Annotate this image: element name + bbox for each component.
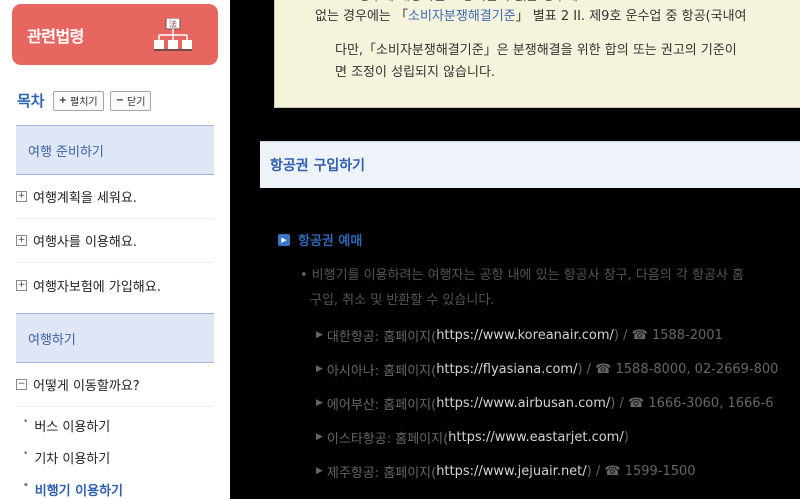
plus-icon: + <box>58 95 67 106</box>
airline-phone: ) / ☎ 1666-3060, 1666-6 <box>610 395 774 411</box>
collapse-box-icon[interactable]: − <box>16 379 27 390</box>
triangle-bullet-icon: ▶ <box>316 466 323 476</box>
toc-subitem-train[interactable]: • 기차 이용하기 <box>16 441 214 473</box>
org-chart-icon: 法 <box>154 18 192 51</box>
toc-item-label: 여행사를 이용해요. <box>33 235 137 250</box>
note-line-2: 다만,「소비자분쟁해결기준」은 분쟁해결을 위한 합의 또는 권고의 기준이 <box>335 43 737 58</box>
collapse-label: 닫기 <box>127 97 146 108</box>
list-item: ▶ 대한항공: 홈페이지(https://www.koreanair.com/)… <box>316 318 778 352</box>
section-title: 항공권 구입하기 <box>260 141 800 188</box>
note-box: ・・・ 경우에 해당하는 보상기준이 없는 경우에 ・・・ 없는 경우에는 「소… <box>274 0 800 108</box>
airline-phone: ) / ☎ 1588-2001 <box>613 327 723 343</box>
toc-section-traveling[interactable]: 여행하기 <box>16 313 214 363</box>
list-item: ▶ 제주항공: 홈페이지(https://www.jejuair.net/) /… <box>316 454 778 488</box>
toc-item-transport[interactable]: − 어떻게 이동할까요? <box>16 363 214 407</box>
toc-section-travel-prep[interactable]: 여행 준비하기 <box>16 125 214 175</box>
airline-url-link[interactable]: https://www.jejuair.net/ <box>436 464 586 479</box>
note-line-1: 없는 경우에는 「소비자분쟁해결기준」 별표 2 II. 제9호 운수업 중 항… <box>315 6 747 28</box>
bullet-icon: • <box>23 449 29 459</box>
toc-subitem-label: 비행기 이용하기 <box>34 483 124 499</box>
airline-phone: ) / ☎ 1588-8000, 02-2669-800 <box>577 361 779 377</box>
main-content: ・・・ 경우에 해당하는 보상기준이 없는 경우에 ・・・ 없는 경우에는 「소… <box>230 0 800 499</box>
toc-section-label: 여행 준비하기 <box>28 144 104 160</box>
toc-item-label: 여행계획을 세워요. <box>33 191 137 206</box>
bullet-icon: • <box>23 481 29 491</box>
toc-subitem-bus[interactable]: • 버스 이용하기 <box>16 409 214 441</box>
airline-url-link[interactable]: https://www.koreanair.com/ <box>436 328 614 343</box>
note-text: 없는 경우에는 「 <box>315 9 409 24</box>
dispute-standard-link[interactable]: 소비자분쟁해결기준 <box>408 9 516 24</box>
list-item: ▶ 아시아나: 홈페이지(https://flyasiana.com/) / ☎… <box>316 352 778 386</box>
expand-label: 펼치기 <box>70 97 98 108</box>
toc-subitem-label: 버스 이용하기 <box>34 419 111 435</box>
desc-line-2: 구입, 취소 및 반환할 수 있습니다. <box>310 293 495 308</box>
toc-subitem-airplane[interactable]: • 비행기 이용하기 <box>16 473 214 499</box>
related-law-button[interactable]: 관련법령 法 <box>12 4 218 65</box>
triangle-bullet-icon: ▶ <box>316 330 323 340</box>
airline-phone: ) <box>623 429 629 445</box>
collapse-all-button[interactable]: − 닫기 <box>109 90 152 111</box>
sub-title-label: 항공권 예매 <box>298 234 363 249</box>
airline-url-link[interactable]: https://flyasiana.com/ <box>436 362 577 377</box>
description: • 비행기를 이용하려는 여행자는 공항 내에 있는 항공사 창구, 다음의 각 … <box>300 263 744 313</box>
desc-line-1: 비행기를 이용하려는 여행자는 공항 내에 있는 항공사 창구, 다음의 각 항… <box>311 268 744 283</box>
expand-box-icon[interactable]: + <box>16 191 27 202</box>
toc-item-agency[interactable]: + 여행사를 이용해요. <box>16 219 214 263</box>
airline-url-link[interactable]: https://www.eastarjet.com/ <box>448 430 624 445</box>
bullet-icon: • <box>300 268 308 283</box>
note-line-3: 면 조정이 성립되지 않습니다. <box>335 65 496 80</box>
play-square-icon: ▶ <box>278 233 290 246</box>
toc-item-plan[interactable]: + 여행계획을 세워요. <box>16 175 214 219</box>
toc-subitem-label: 기차 이용하기 <box>34 451 111 467</box>
airline-name: 아시아나: 홈페이지( <box>326 363 437 379</box>
list-item: ▶ 에어부산: 홈페이지(https://www.airbusan.com/) … <box>316 386 778 420</box>
triangle-bullet-icon: ▶ <box>316 432 323 442</box>
airline-name: 이스타항공: 홈페이지( <box>326 431 449 447</box>
svg-text:法: 法 <box>169 19 177 29</box>
bullet-icon: • <box>23 417 29 427</box>
toc-title: 목차 <box>17 92 45 110</box>
airline-name: 에어부산: 홈페이지( <box>326 397 437 413</box>
expand-box-icon[interactable]: + <box>16 279 27 291</box>
airline-phone: ) / ☎ 1599-1500 <box>586 463 696 479</box>
sub-title: ▶ 항공권 예매 <box>278 230 362 249</box>
related-law-label: 관련법령 <box>27 26 84 46</box>
toc-section-label: 여행하기 <box>28 332 76 348</box>
airline-name: 대한항공: 홈페이지( <box>326 329 437 345</box>
list-item: ▶ 이스타항공: 홈페이지(https://www.eastarjet.com/… <box>316 420 778 454</box>
toc-item-insurance[interactable]: + 여행자보험에 가입해요. <box>16 263 214 307</box>
toc-list: 여행 준비하기 + 여행계획을 세워요. + 여행사를 이용해요. + 여행자보… <box>16 125 214 499</box>
toc-item-label: 어떻게 이동할까요? <box>33 379 140 394</box>
expand-box-icon[interactable]: + <box>16 235 27 246</box>
airline-url-link[interactable]: https://www.airbusan.com/ <box>436 396 610 411</box>
toc-header: 목차 + 펼치기 − 닫기 <box>17 90 157 111</box>
minus-icon: − <box>115 95 124 106</box>
airline-list: ▶ 대한항공: 홈페이지(https://www.koreanair.com/)… <box>316 318 778 488</box>
toc-item-label: 여행자보험에 가입해요. <box>33 279 161 295</box>
sidebar: 관련법령 法 목차 + 펼치기 − 닫기 여행 준비하기 + 여행계획을 세워요… <box>0 0 230 499</box>
expand-all-button[interactable]: + 펼치기 <box>52 90 104 111</box>
triangle-bullet-icon: ▶ <box>316 398 323 408</box>
triangle-bullet-icon: ▶ <box>316 364 323 374</box>
airline-name: 제주항공: 홈페이지( <box>326 465 437 481</box>
note-text: 」 별표 2 II. 제9호 운수업 중 항공(국내여 <box>515 9 747 24</box>
